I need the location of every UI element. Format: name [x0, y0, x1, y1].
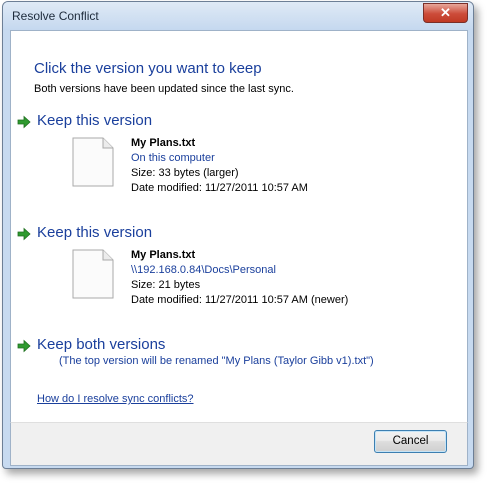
- title-bar[interactable]: Resolve Conflict ✕: [3, 2, 473, 30]
- green-arrow-icon: [17, 339, 31, 353]
- green-arrow-icon: [17, 115, 31, 129]
- text-file-icon: [72, 137, 114, 187]
- green-arrow-icon: [17, 227, 31, 241]
- keep-this-version-local[interactable]: Keep this version: [17, 112, 153, 129]
- close-button[interactable]: ✕: [423, 3, 468, 23]
- option-title-label: Keep both versions: [37, 336, 166, 353]
- file-location: On this computer: [131, 152, 215, 164]
- rename-note: (The top version will be renamed "My Pla…: [59, 355, 374, 367]
- text-file-icon: [72, 249, 114, 299]
- file-name: My Plans.txt: [131, 249, 196, 261]
- file-location: \\192.168.0.84\Docs\Personal: [131, 264, 276, 276]
- file-name: My Plans.txt: [131, 137, 196, 149]
- dialog-footer: Cancel: [10, 422, 468, 466]
- resolve-conflict-dialog: Resolve Conflict ✕ Click the version you…: [2, 1, 474, 469]
- file-size: Size: 33 bytes (larger): [131, 167, 239, 179]
- option-title-label: Keep this version: [37, 224, 153, 241]
- dialog-content: Click the version you want to keep Both …: [10, 30, 468, 424]
- help-link[interactable]: How do I resolve sync conflicts?: [37, 393, 194, 405]
- file-date-modified: Date modified: 11/27/2011 10:57 AM: [131, 182, 308, 194]
- file-size: Size: 21 bytes: [131, 279, 201, 291]
- keep-this-version-remote[interactable]: Keep this version: [17, 224, 153, 241]
- window-title: Resolve Conflict: [12, 9, 99, 23]
- cancel-button[interactable]: Cancel: [374, 430, 447, 453]
- file-date-modified: Date modified: 11/27/2011 10:57 AM (newe…: [131, 294, 349, 306]
- dialog-subheading: Both versions have been updated since th…: [34, 83, 294, 95]
- option-title-label: Keep this version: [37, 112, 153, 129]
- dialog-heading: Click the version you want to keep: [34, 60, 262, 77]
- keep-both-versions[interactable]: Keep both versions: [17, 336, 166, 353]
